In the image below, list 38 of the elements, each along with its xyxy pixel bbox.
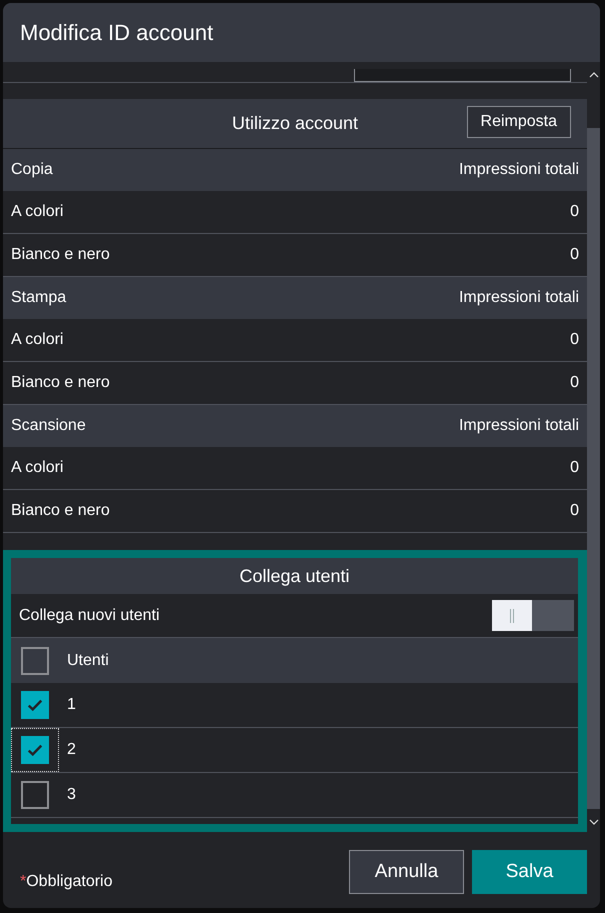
dialog-title: Modifica ID account <box>20 20 214 46</box>
table-cell: A colori <box>11 203 64 221</box>
table-cell: 0 <box>570 203 579 221</box>
checkbox[interactable] <box>21 781 49 809</box>
table-cell: 3 <box>67 786 76 804</box>
table-cell: 2 <box>67 741 76 759</box>
table-cell: 0 <box>570 331 579 349</box>
save-button[interactable]: Salva <box>472 850 587 894</box>
table-cell: Bianco e nero <box>11 374 110 392</box>
table-cell: 0 <box>570 502 579 520</box>
checkbox[interactable] <box>21 691 49 719</box>
table-cell: 1 <box>67 696 76 714</box>
checkbox[interactable] <box>21 646 49 674</box>
table-cell: A colori <box>11 459 64 477</box>
table-header-cell: Impressioni totali <box>458 161 579 179</box>
required-note: *Obbligatorio <box>20 872 113 890</box>
toggle-switch[interactable] <box>492 600 574 631</box>
checkbox[interactable] <box>21 736 49 764</box>
scroll-down-icon[interactable] <box>588 819 598 825</box>
scroll-up-icon[interactable] <box>588 72 598 78</box>
table-header-cell: Impressioni totali <box>458 289 579 307</box>
section-title: Utilizzo account <box>232 113 358 134</box>
table-cell: Bianco e nero <box>11 502 110 520</box>
table-cell: A colori <box>11 331 64 349</box>
cancel-button[interactable]: Annulla <box>349 850 464 894</box>
table-header-cell: Impressioni totali <box>458 417 579 435</box>
reset-button[interactable]: Reimposta <box>466 106 571 138</box>
table-header-cell: Utenti <box>67 652 109 670</box>
panel-title: Collega utenti <box>239 566 350 586</box>
table-header-cell: Scansione <box>11 417 86 435</box>
table-cell: Bianco e nero <box>11 246 110 264</box>
input-field[interactable] <box>354 69 571 82</box>
table-header-cell: Stampa <box>11 289 66 307</box>
table-cell: 0 <box>570 459 579 477</box>
toggle-label: Collega nuovi utenti <box>19 606 160 624</box>
table-cell: 0 <box>570 374 579 392</box>
table-header-cell: Copia <box>11 161 53 179</box>
table-cell: 0 <box>570 246 579 264</box>
